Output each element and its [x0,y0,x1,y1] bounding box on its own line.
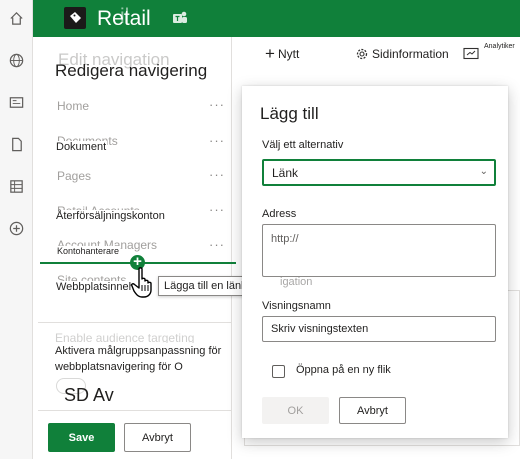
display-name-label: Visningsnamn [262,300,331,312]
chevron-down-icon: ⌄ [479,166,488,177]
divider [38,410,232,411]
choose-option-label: Välj ett alternativ [262,139,344,151]
tag-icon[interactable] [64,7,86,29]
nav-item-more-icon[interactable]: ··· [209,237,225,252]
link-type-value: Länk [272,166,299,180]
nav-item-retail-accounts-label: Återförsäljningskonton [55,210,166,222]
nav-item-documents-label: Dokument [55,141,108,153]
nav-item-home[interactable]: Home [57,99,89,113]
nav-item-site-contents-label: Webbplatsinnehåll [55,281,135,293]
address-field[interactable]: http:// [262,224,496,277]
address-label: Adress [262,208,297,220]
nav-item-pages[interactable]: Pages [57,169,91,183]
page-info-button[interactable]: Sidinformation [355,47,449,61]
analytics-label: Analytiker [484,43,515,50]
globe-icon[interactable] [8,52,25,69]
app-rail [0,0,33,459]
news-icon[interactable] [8,94,25,111]
address-value: http:// [271,233,299,245]
nav-item-more-icon[interactable]: ··· [209,167,225,182]
analytics-button[interactable] [463,47,479,60]
ok-button[interactable]: OK [262,397,329,424]
new-label: Nytt [277,47,300,61]
dialog-title: Lägg till [260,104,319,123]
new-button[interactable]: + Nytt [265,44,300,63]
cancel-button[interactable]: Avbryt [124,423,191,452]
home-icon[interactable] [8,10,25,27]
display-name-placeholder: Skriv visningstexten [271,323,369,335]
site-name[interactable]: Retail [97,7,151,31]
add-icon[interactable] [8,220,25,237]
link-type-dropdown[interactable]: Länk ⌄ [262,159,496,186]
new-tab-label: Öppna på en ny flik [296,364,391,376]
teams-icon[interactable] [171,9,189,27]
dialog-cancel-button[interactable]: Avbryt [339,397,406,424]
nav-item-account-managers-label: Kontohanterare [56,246,121,256]
file-icon[interactable] [8,136,25,153]
analytics-icon [463,47,479,60]
divider [38,322,232,323]
plus-icon: + [265,44,275,63]
display-name-field[interactable]: Skriv visningstexten [262,316,496,342]
pane-title: Redigera navigering [55,61,208,80]
audience-targeting-label: Aktivera målgruppsanpassning för webbpla… [55,343,230,375]
nav-item-more-icon[interactable]: ··· [209,97,225,112]
nav-item-more-icon[interactable]: ··· [209,202,225,217]
new-tab-checkbox[interactable] [272,365,285,378]
nav-item-more-icon[interactable]: ··· [209,133,225,148]
address-ghost-text: igation [280,276,313,288]
gear-icon [356,48,368,60]
save-button[interactable]: Save [48,423,115,452]
hand-cursor-icon [131,267,152,298]
toggle-state-label: SD Av [64,385,114,405]
list-icon[interactable] [8,178,25,195]
page-info-label: Sidinformation [372,47,449,61]
